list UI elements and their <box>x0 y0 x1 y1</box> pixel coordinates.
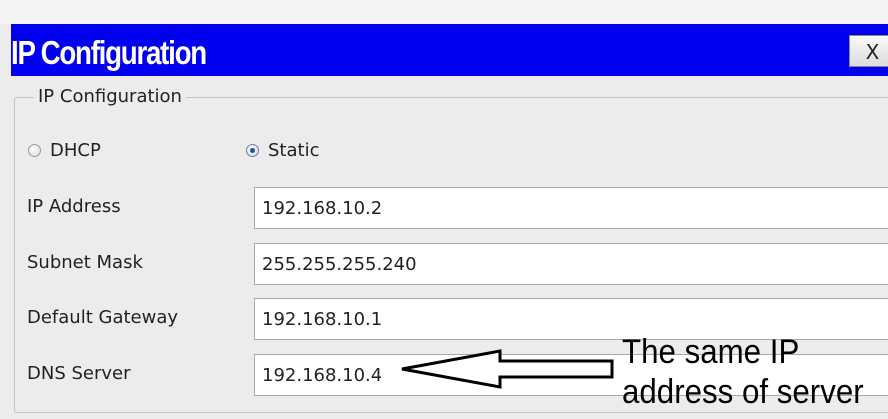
close-button[interactable]: X <box>849 35 888 67</box>
group-legend: IP Configuration <box>34 86 186 108</box>
static-radio-label: Static <box>268 139 320 161</box>
ip-address-input[interactable] <box>254 187 888 229</box>
ip-address-label: IP Address <box>27 196 121 217</box>
dhcp-radio-label: DHCP <box>50 139 101 161</box>
dns-server-label: DNS Server <box>27 363 131 384</box>
subnet-mask-label: Subnet Mask <box>27 252 143 273</box>
pointer-arrow-icon <box>401 349 614 389</box>
dhcp-radio[interactable] <box>28 143 41 157</box>
dhcp-radio-option[interactable]: DHCP <box>28 138 101 162</box>
annotation-line-2: address of server <box>622 373 864 411</box>
top-strip <box>0 0 888 24</box>
annotation-note: The same IP address of server <box>622 332 864 412</box>
default-gateway-label: Default Gateway <box>27 307 179 328</box>
ip-configuration-window: IP Configuration X IP Configuration DHCP… <box>0 0 888 419</box>
window-title: IP Configuration <box>11 34 207 71</box>
annotation-line-1: The same IP <box>622 333 800 371</box>
subnet-mask-input[interactable] <box>254 243 888 285</box>
static-radio-option[interactable]: Static <box>246 138 319 162</box>
static-radio[interactable] <box>246 143 259 157</box>
